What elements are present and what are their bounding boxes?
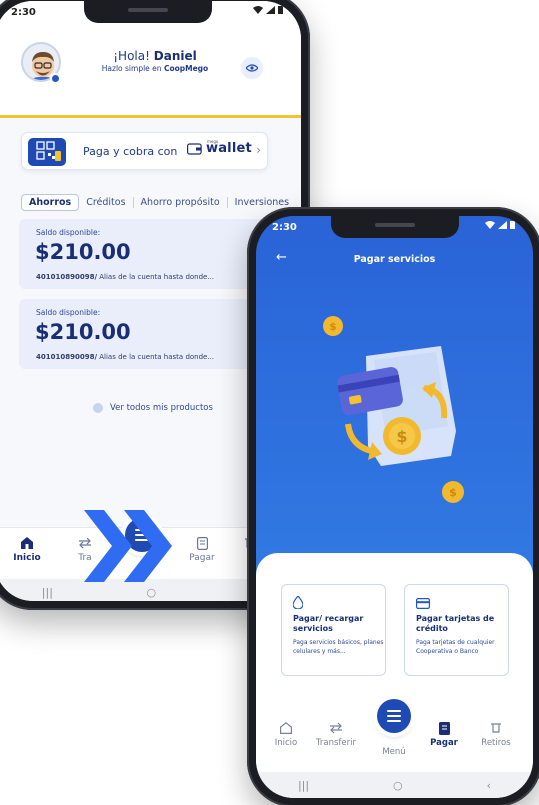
pay-credit-cards-title: Pagar tarjetas de crédito [416, 614, 495, 633]
nav-inicio[interactable]: Inicio [262, 721, 310, 748]
receipt-icon [420, 721, 468, 735]
account-alias: Alias de la cuenta hasta donde... [99, 273, 215, 281]
svg-text:$: $ [396, 427, 407, 446]
recents-icon[interactable]: ||| [298, 779, 309, 792]
account-number: 401010890098/ [36, 273, 98, 281]
see-all-icon [93, 403, 103, 413]
pay-credit-cards-desc: Paga tarjetas de cualquier Cooperativa o… [416, 639, 495, 655]
drop-icon [292, 594, 304, 613]
wallet-icon [187, 142, 202, 155]
nav-pagar-label: Pagar [189, 553, 215, 563]
nav-menu-label-wrap: Menú [370, 747, 418, 757]
nav-menu-label: Menú [382, 747, 406, 757]
chevron-right-icon: › [256, 143, 261, 157]
pay-services-title: Pagar/ recargar servicios [293, 614, 364, 633]
see-all-label: Ver todos mis productos [110, 403, 213, 413]
nav-pagar[interactable]: Pagar [420, 721, 468, 748]
balance-amount: $210.00 [35, 240, 131, 264]
home-circle-icon[interactable]: ○ [147, 586, 157, 599]
nav-inicio[interactable]: Inicio [3, 536, 51, 563]
withdraw-icon [472, 721, 520, 735]
tab-ahorros[interactable]: Ahorros [21, 193, 80, 211]
wallet-banner[interactable]: Paga y cobra con mego wallet › [21, 132, 268, 170]
avatar-badge [50, 73, 61, 84]
transfer-icon [312, 721, 360, 735]
user-name: Daniel [153, 49, 197, 63]
tab-creditos[interactable]: Créditos [79, 195, 132, 210]
qr-icon [28, 138, 66, 166]
eye-icon[interactable] [241, 57, 263, 79]
nav-transferir[interactable]: Transferir [312, 721, 360, 748]
status-time: 2:30 [11, 7, 36, 18]
nav-pagar-label: Pagar [430, 738, 458, 748]
status-icons [253, 6, 283, 14]
home-circle-icon[interactable]: ○ [393, 779, 403, 792]
balance-amount: $210.00 [35, 320, 131, 344]
screen-title: Pagar servicios [353, 254, 436, 265]
balance-label: Saldo disponible: [36, 228, 101, 237]
menu-icon [387, 710, 401, 722]
product-tabs: Ahorros Créditos Ahorro propósito Invers… [21, 192, 296, 212]
receipt-icon [178, 536, 226, 550]
account-number: 401010890098/ [36, 353, 98, 361]
wallet-logo-small: mego [207, 139, 219, 144]
recents-icon[interactable]: ||| [42, 586, 53, 599]
wallet-banner-text: Paga y cobra con [83, 145, 178, 158]
balance-label: Saldo disponible: [36, 308, 101, 317]
status-icons [485, 221, 515, 229]
system-nav-bar: ||| ○ ‹ [256, 772, 533, 798]
svg-text:$: $ [330, 322, 337, 333]
status-time: 2:30 [272, 222, 297, 233]
subtitle-prefix: Hazlo simple en [101, 64, 162, 73]
pay-services-desc: Paga servicios básicos, planes celulares… [293, 639, 384, 655]
home-icon [262, 721, 310, 735]
pay-credit-cards-card[interactable]: Pagar tarjetas de crédito Paga tarjetas … [404, 584, 509, 676]
greeting-prefix: ¡Hola! [113, 49, 150, 63]
bottom-nav: Inicio Transferir Menú Pagar Retiros [256, 699, 533, 763]
pay-illustration: $ $ $ [323, 316, 464, 503]
nav-inicio-label: Inicio [13, 553, 41, 563]
greeting: ¡Hola! Daniel Hazlo simple en CoopMego [80, 49, 230, 73]
phone-pay-services-screen: 2:30 ← Pagar servicios $ $ $ Pagar/ reca… [247, 207, 539, 805]
card-icon [416, 594, 431, 613]
tab-ahorro-proposito[interactable]: Ahorro propósito [134, 195, 227, 210]
see-all-products-link[interactable]: Ver todos mis productos [93, 403, 213, 413]
nav-transferir-label: Transferir [315, 738, 357, 748]
nav-retiros[interactable]: Retiros [472, 721, 520, 748]
home-icon [3, 536, 51, 550]
menu-button[interactable] [377, 699, 411, 733]
nav-retiros-label: Retiros [481, 738, 511, 748]
nav-inicio-label: Inicio [274, 738, 298, 748]
nav-pagar[interactable]: Pagar [178, 536, 226, 563]
svg-text:$: $ [449, 486, 457, 499]
brand-name: CoopMego [163, 64, 209, 73]
pay-services-screen: 2:30 ← Pagar servicios $ $ $ Pagar/ reca… [256, 216, 533, 798]
back-icon[interactable]: ‹ [487, 779, 491, 792]
notch [330, 216, 459, 238]
pay-services-card[interactable]: Pagar/ recargar servicios Paga servicios… [281, 584, 386, 676]
wallet-logo: mego wallet [187, 139, 252, 156]
notch [84, 1, 212, 23]
double-chevron-icon [84, 510, 172, 582]
account-alias: Alias de la cuenta hasta donde... [99, 353, 215, 361]
